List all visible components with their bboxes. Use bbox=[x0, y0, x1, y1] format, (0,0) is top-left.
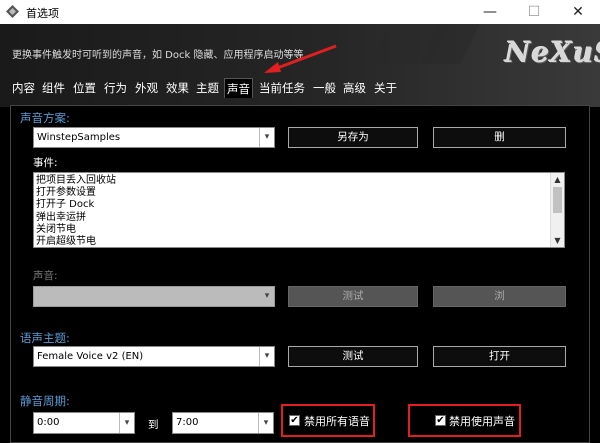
events-label: 事件: bbox=[33, 157, 58, 169]
sound-browse-button[interactable]: 浏 bbox=[433, 286, 566, 307]
close-button[interactable]: ✕ bbox=[558, 0, 598, 24]
list-item[interactable]: 弹出幸运拼 bbox=[36, 212, 546, 224]
voice-test-button[interactable]: 测试 bbox=[288, 346, 418, 367]
to-label: 到 bbox=[148, 419, 159, 431]
disable-sound-checkbox[interactable]: ✔ bbox=[435, 415, 446, 426]
tab-bar: 内容 组件 位置 行为 外观 效果 主题 声音 当前任务 一般 高级 关于 bbox=[0, 78, 600, 98]
disable-sound-option[interactable]: ✔ 禁用使用声音 bbox=[408, 404, 521, 437]
voice-theme-label: 语声主题: bbox=[20, 331, 70, 345]
tab-effects[interactable]: 效果 bbox=[164, 78, 191, 98]
quiet-from-select[interactable]: 0:00 ▾ bbox=[33, 412, 135, 434]
voice-theme-select[interactable]: Female Voice v2 (EN) ▾ bbox=[33, 346, 275, 367]
tab-themes[interactable]: 主题 bbox=[194, 78, 221, 98]
sound-scheme-value: WinstepSamples bbox=[37, 132, 121, 143]
sound-scheme-label: 声音方案: bbox=[20, 111, 70, 125]
tab-content[interactable]: 内容 bbox=[10, 78, 37, 98]
voice-open-button[interactable]: 打开 bbox=[433, 346, 566, 367]
disable-all-voice-option[interactable]: ✔ 禁用所有语音 bbox=[281, 404, 375, 437]
events-scrollbar[interactable]: ▲ ▼ bbox=[550, 173, 564, 247]
tab-appearance[interactable]: 外观 bbox=[133, 78, 160, 98]
nexus-logo: NeXuS bbox=[505, 36, 600, 69]
sound-scheme-select[interactable]: WinstepSamples ▾ bbox=[33, 127, 275, 148]
tab-behavior[interactable]: 行为 bbox=[102, 78, 129, 98]
delete-button[interactable]: 删 bbox=[433, 127, 566, 148]
events-list[interactable]: 把项目丢入回收站 打开参数设置 打开子 Dock 弹出幸运拼 关闭节电 开启超级… bbox=[33, 172, 565, 248]
chevron-down-icon[interactable]: ▾ bbox=[258, 413, 273, 433]
list-item[interactable]: 打开参数设置 bbox=[36, 187, 546, 199]
maximize-button[interactable]: ☐ bbox=[514, 0, 554, 24]
tab-about[interactable]: 关于 bbox=[372, 78, 399, 98]
scrollbar-thumb[interactable] bbox=[553, 187, 562, 213]
header-description: 更换事件触发时可听到的声音，如 Dock 隐藏、应用程序启动等等 bbox=[12, 50, 304, 61]
sound-label: 声音: bbox=[33, 270, 58, 282]
quiet-from-value: 0:00 bbox=[37, 417, 60, 428]
disable-all-voice-label: 禁用所有语音 bbox=[304, 415, 370, 428]
quiet-period-label: 静音周期: bbox=[20, 394, 70, 408]
disable-all-voice-checkbox[interactable]: ✔ bbox=[289, 415, 300, 426]
chevron-down-icon[interactable]: ▾ bbox=[259, 128, 274, 147]
tab-sound[interactable]: 声音 bbox=[224, 78, 253, 98]
save-as-button[interactable]: 另存为 bbox=[288, 127, 418, 148]
chevron-down-icon[interactable]: ▾ bbox=[259, 347, 274, 366]
tab-current-tasks[interactable]: 当前任务 bbox=[257, 78, 307, 98]
voice-theme-value: Female Voice v2 (EN) bbox=[37, 351, 144, 362]
chevron-down-icon[interactable]: ▾ bbox=[119, 413, 134, 433]
disable-sound-label: 禁用使用声音 bbox=[449, 415, 515, 428]
quiet-to-value: 7:00 bbox=[176, 417, 199, 428]
list-item[interactable]: 打开子 Dock bbox=[36, 199, 546, 211]
chevron-down-icon[interactable]: ▼ bbox=[551, 234, 564, 247]
sound-test-button[interactable]: 测试 bbox=[288, 286, 418, 307]
list-item[interactable]: 关闭节电 bbox=[36, 224, 546, 236]
tab-general[interactable]: 一般 bbox=[311, 78, 338, 98]
list-item[interactable]: 把项目丢入回收站 bbox=[36, 175, 546, 187]
sound-settings-panel bbox=[10, 105, 590, 443]
sound-select[interactable]: ▾ bbox=[33, 286, 275, 307]
title-bar: 首选项 — ☐ ✕ bbox=[0, 0, 600, 24]
window-title: 首选项 bbox=[26, 7, 59, 20]
tab-components[interactable]: 组件 bbox=[40, 78, 67, 98]
list-item[interactable]: 开启超级节电 bbox=[36, 236, 546, 247]
chevron-up-icon[interactable]: ▲ bbox=[551, 173, 564, 186]
quiet-to-select[interactable]: 7:00 ▾ bbox=[172, 412, 274, 434]
tab-position[interactable]: 位置 bbox=[71, 78, 98, 98]
chevron-down-icon[interactable]: ▾ bbox=[259, 287, 274, 306]
diamond-icon bbox=[6, 5, 19, 18]
minimize-button[interactable]: — bbox=[470, 0, 510, 24]
tab-advanced[interactable]: 高级 bbox=[341, 78, 368, 98]
